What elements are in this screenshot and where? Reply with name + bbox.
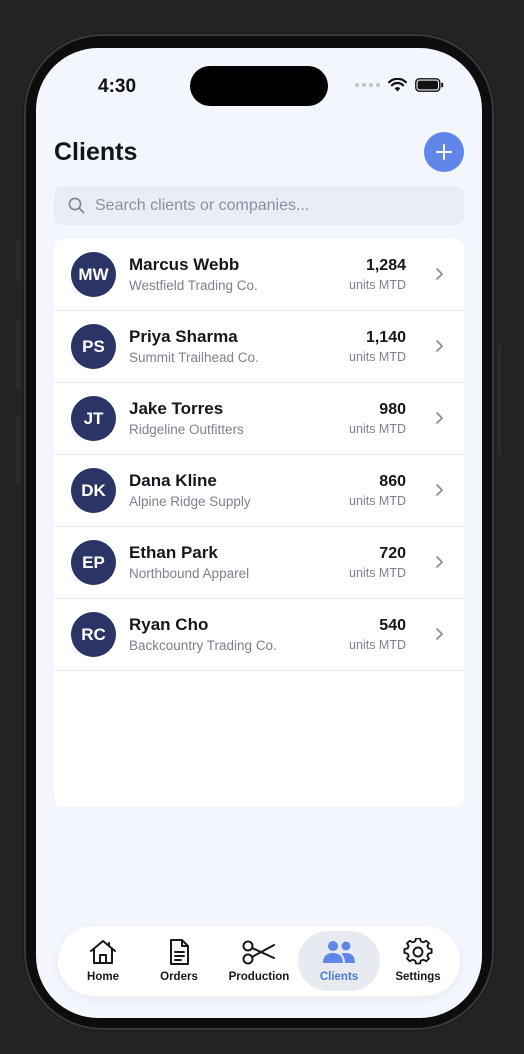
client-company: Northbound Apparel: [129, 566, 250, 581]
client-name: Marcus Webb: [129, 255, 240, 274]
add-client-button[interactable]: [424, 132, 464, 172]
units-value: 720: [379, 545, 406, 562]
status-time: 4:30: [98, 76, 137, 97]
chevron-right-icon: [436, 484, 443, 496]
chevron-right-icon: [436, 412, 443, 424]
tab-clients[interactable]: Clients: [298, 931, 380, 991]
tab-home[interactable]: Home: [68, 931, 138, 991]
avatar: PS: [71, 324, 116, 369]
wifi-icon: [388, 78, 407, 92]
client-row[interactable]: MW Marcus Webb Westfield Trading Co. 1,2…: [54, 239, 464, 311]
client-name: Ryan Cho: [129, 615, 209, 634]
scissors-icon: [242, 940, 275, 965]
client-row[interactable]: RC Ryan Cho Backcountry Trading Co. 540 …: [54, 599, 464, 671]
tab-settings[interactable]: Settings: [380, 931, 456, 991]
action-button: [16, 240, 20, 282]
units-value: 540: [379, 617, 406, 634]
chevron-right-icon: [436, 340, 443, 352]
client-row[interactable]: JT Jake Torres Ridgeline Outfitters 980 …: [54, 383, 464, 455]
search-input[interactable]: [95, 196, 435, 215]
tab-label: Orders: [160, 971, 198, 983]
client-name: Jake Torres: [129, 399, 224, 418]
tab-production[interactable]: Production: [220, 931, 298, 991]
power-button: [497, 345, 501, 455]
units-label: units MTD: [349, 638, 406, 652]
tab-bar: Home Orders Production Clients Settings: [58, 926, 460, 996]
client-company: Summit Trailhead Co.: [129, 350, 259, 365]
volume-up-button: [16, 320, 20, 390]
units-value: 980: [379, 401, 406, 418]
battery-icon: [415, 78, 444, 92]
units-value: 1,284: [365, 257, 406, 274]
document-icon: [170, 939, 189, 965]
tab-orders[interactable]: Orders: [144, 931, 214, 991]
client-company: Ridgeline Outfitters: [129, 422, 244, 437]
client-row[interactable]: DK Dana Kline Alpine Ridge Supply 860 un…: [54, 455, 464, 527]
search-icon: [68, 197, 85, 214]
gear-icon: [403, 938, 433, 965]
volume-down-button: [16, 415, 20, 485]
tab-label: Settings: [395, 971, 441, 983]
plus-icon: [436, 144, 452, 160]
client-name: Ethan Park: [129, 543, 218, 562]
search-bar[interactable]: [54, 186, 464, 225]
client-company: Alpine Ridge Supply: [129, 494, 251, 509]
units-label: units MTD: [349, 494, 406, 508]
home-icon: [90, 940, 116, 964]
client-list: MW Marcus Webb Westfield Trading Co. 1,2…: [54, 239, 464, 807]
chevron-right-icon: [436, 268, 443, 280]
units-value: 860: [379, 473, 406, 490]
client-row[interactable]: EP Ethan Park Northbound Apparel 720 uni…: [54, 527, 464, 599]
dynamic-island: [190, 66, 328, 106]
avatar: RC: [71, 612, 116, 657]
tab-label: Production: [228, 971, 290, 983]
page-title: Clients: [54, 138, 138, 166]
avatar: DK: [71, 468, 116, 513]
units-label: units MTD: [349, 278, 406, 292]
chevron-right-icon: [436, 628, 443, 640]
units-label: units MTD: [349, 566, 406, 580]
avatar: EP: [71, 540, 116, 585]
units-value: 1,140: [365, 329, 406, 346]
tab-label: Clients: [319, 971, 359, 983]
users-icon: [323, 941, 355, 963]
avatar: MW: [71, 252, 116, 297]
client-company: Westfield Trading Co.: [129, 278, 258, 293]
cellular-signal-icon: [355, 83, 380, 87]
chevron-right-icon: [436, 556, 443, 568]
client-company: Backcountry Trading Co.: [129, 638, 277, 653]
status-icons: [355, 78, 444, 92]
client-name: Dana Kline: [129, 471, 217, 490]
tab-label: Home: [87, 971, 119, 983]
client-name: Priya Sharma: [129, 327, 238, 346]
units-label: units MTD: [349, 422, 406, 436]
screen: 4:30 Clients Search clients or companies…: [36, 48, 482, 1018]
avatar: JT: [71, 396, 116, 441]
status-bar: 4:30: [36, 48, 482, 128]
units-label: units MTD: [349, 350, 406, 364]
client-row[interactable]: PS Priya Sharma Summit Trailhead Co. 1,1…: [54, 311, 464, 383]
